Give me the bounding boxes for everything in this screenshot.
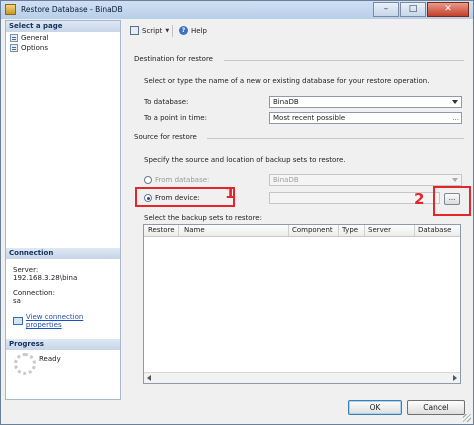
connection-label: Connection: (13, 289, 55, 297)
source-divider (207, 138, 464, 139)
annotation-number-1: 1 (225, 184, 236, 202)
column-separator (178, 225, 179, 236)
toolbar: Script ▼ ? Help (124, 20, 470, 42)
progress-header: Progress (6, 339, 120, 350)
restore-database-window: Restore Database - BinaDB – □ ✕ Select a… (0, 0, 474, 425)
column-separator (414, 225, 415, 236)
from-database-radio-dot (144, 176, 152, 184)
close-button[interactable]: ✕ (427, 2, 469, 17)
column-component[interactable]: Component (292, 226, 333, 234)
database-icon (5, 4, 16, 15)
select-backup-sets-label: Select the backup sets to restore: (144, 214, 262, 222)
page-icon (10, 44, 18, 52)
help-label: Help (191, 26, 207, 35)
minimize-button[interactable]: – (373, 2, 399, 17)
connection-properties-icon (13, 317, 23, 325)
backup-sets-grid[interactable]: Restore Name Component Type Server Datab… (143, 224, 461, 384)
select-page-header: Select a page (6, 21, 120, 32)
view-connection-properties-link[interactable]: View connection properties (26, 313, 120, 329)
help-button[interactable]: ? Help (179, 26, 207, 35)
server-label: Server: (13, 266, 39, 274)
from-database-label: From database: (155, 176, 210, 184)
connection-header: Connection (6, 248, 120, 259)
page-general[interactable]: General (10, 34, 49, 42)
point-in-time-browse[interactable]: ... (452, 113, 459, 123)
cancel-button[interactable]: Cancel (407, 400, 465, 415)
destination-instruction: Select or type the name of a new or exis… (144, 77, 430, 85)
from-database-radio[interactable]: From database: (144, 176, 209, 184)
ok-button[interactable]: OK (348, 400, 402, 415)
view-connection-properties[interactable]: View connection properties (13, 313, 120, 329)
from-database-value: BinaDB (273, 176, 299, 184)
page-icon (10, 34, 18, 42)
point-in-time-value: Most recent possible (273, 114, 346, 122)
column-separator (364, 225, 365, 236)
chevron-down-icon (452, 100, 458, 104)
chevron-down-icon (452, 178, 458, 182)
script-button[interactable]: Script ▼ (130, 26, 169, 35)
title-bar[interactable]: Restore Database - BinaDB – □ ✕ (1, 1, 473, 19)
resize-grip-icon[interactable] (463, 414, 471, 422)
grid-header: Restore Name Component Type Server Datab… (144, 225, 460, 237)
source-section-title: Source for restore (134, 133, 197, 141)
annotation-number-2: 2 (414, 190, 425, 208)
server-value: 192.168.3.28\bina (13, 274, 78, 282)
horizontal-scrollbar[interactable] (144, 372, 460, 383)
page-general-label: General (21, 34, 49, 42)
column-server[interactable]: Server (368, 226, 391, 234)
maximize-button[interactable]: □ (400, 2, 426, 17)
page-options[interactable]: Options (10, 44, 48, 52)
connection-value: sa (13, 297, 21, 305)
script-label: Script (142, 26, 163, 35)
destination-divider (224, 60, 464, 61)
to-database-label: To database: (144, 98, 189, 106)
help-icon: ? (179, 26, 188, 35)
column-database[interactable]: Database (418, 226, 451, 234)
window-title: Restore Database - BinaDB (21, 5, 123, 14)
chevron-down-icon: ▼ (165, 27, 170, 34)
scroll-right-icon[interactable] (453, 375, 457, 381)
column-restore[interactable]: Restore (148, 226, 175, 234)
toolbar-separator (172, 25, 173, 37)
from-database-combo[interactable]: BinaDB (269, 174, 462, 186)
progress-status: Ready (39, 355, 61, 363)
column-type[interactable]: Type (342, 226, 358, 234)
column-separator (288, 225, 289, 236)
left-pane: Select a page General Options Connection… (5, 20, 121, 400)
to-database-combo[interactable]: BinaDB (269, 96, 462, 108)
column-name[interactable]: Name (184, 226, 205, 234)
annotation-box-browse (433, 186, 471, 216)
point-in-time-label: To a point in time: (144, 114, 207, 122)
page-options-label: Options (21, 44, 49, 52)
to-database-value: BinaDB (273, 98, 299, 106)
point-in-time-field[interactable]: Most recent possible ... (269, 112, 462, 124)
annotation-box-from-device (135, 187, 235, 207)
scroll-left-icon[interactable] (147, 375, 151, 381)
source-instruction: Specify the source and location of backu… (144, 156, 346, 164)
column-separator (338, 225, 339, 236)
destination-section-title: Destination for restore (134, 55, 213, 63)
progress-spinner-icon (14, 353, 36, 375)
script-icon (130, 26, 139, 35)
